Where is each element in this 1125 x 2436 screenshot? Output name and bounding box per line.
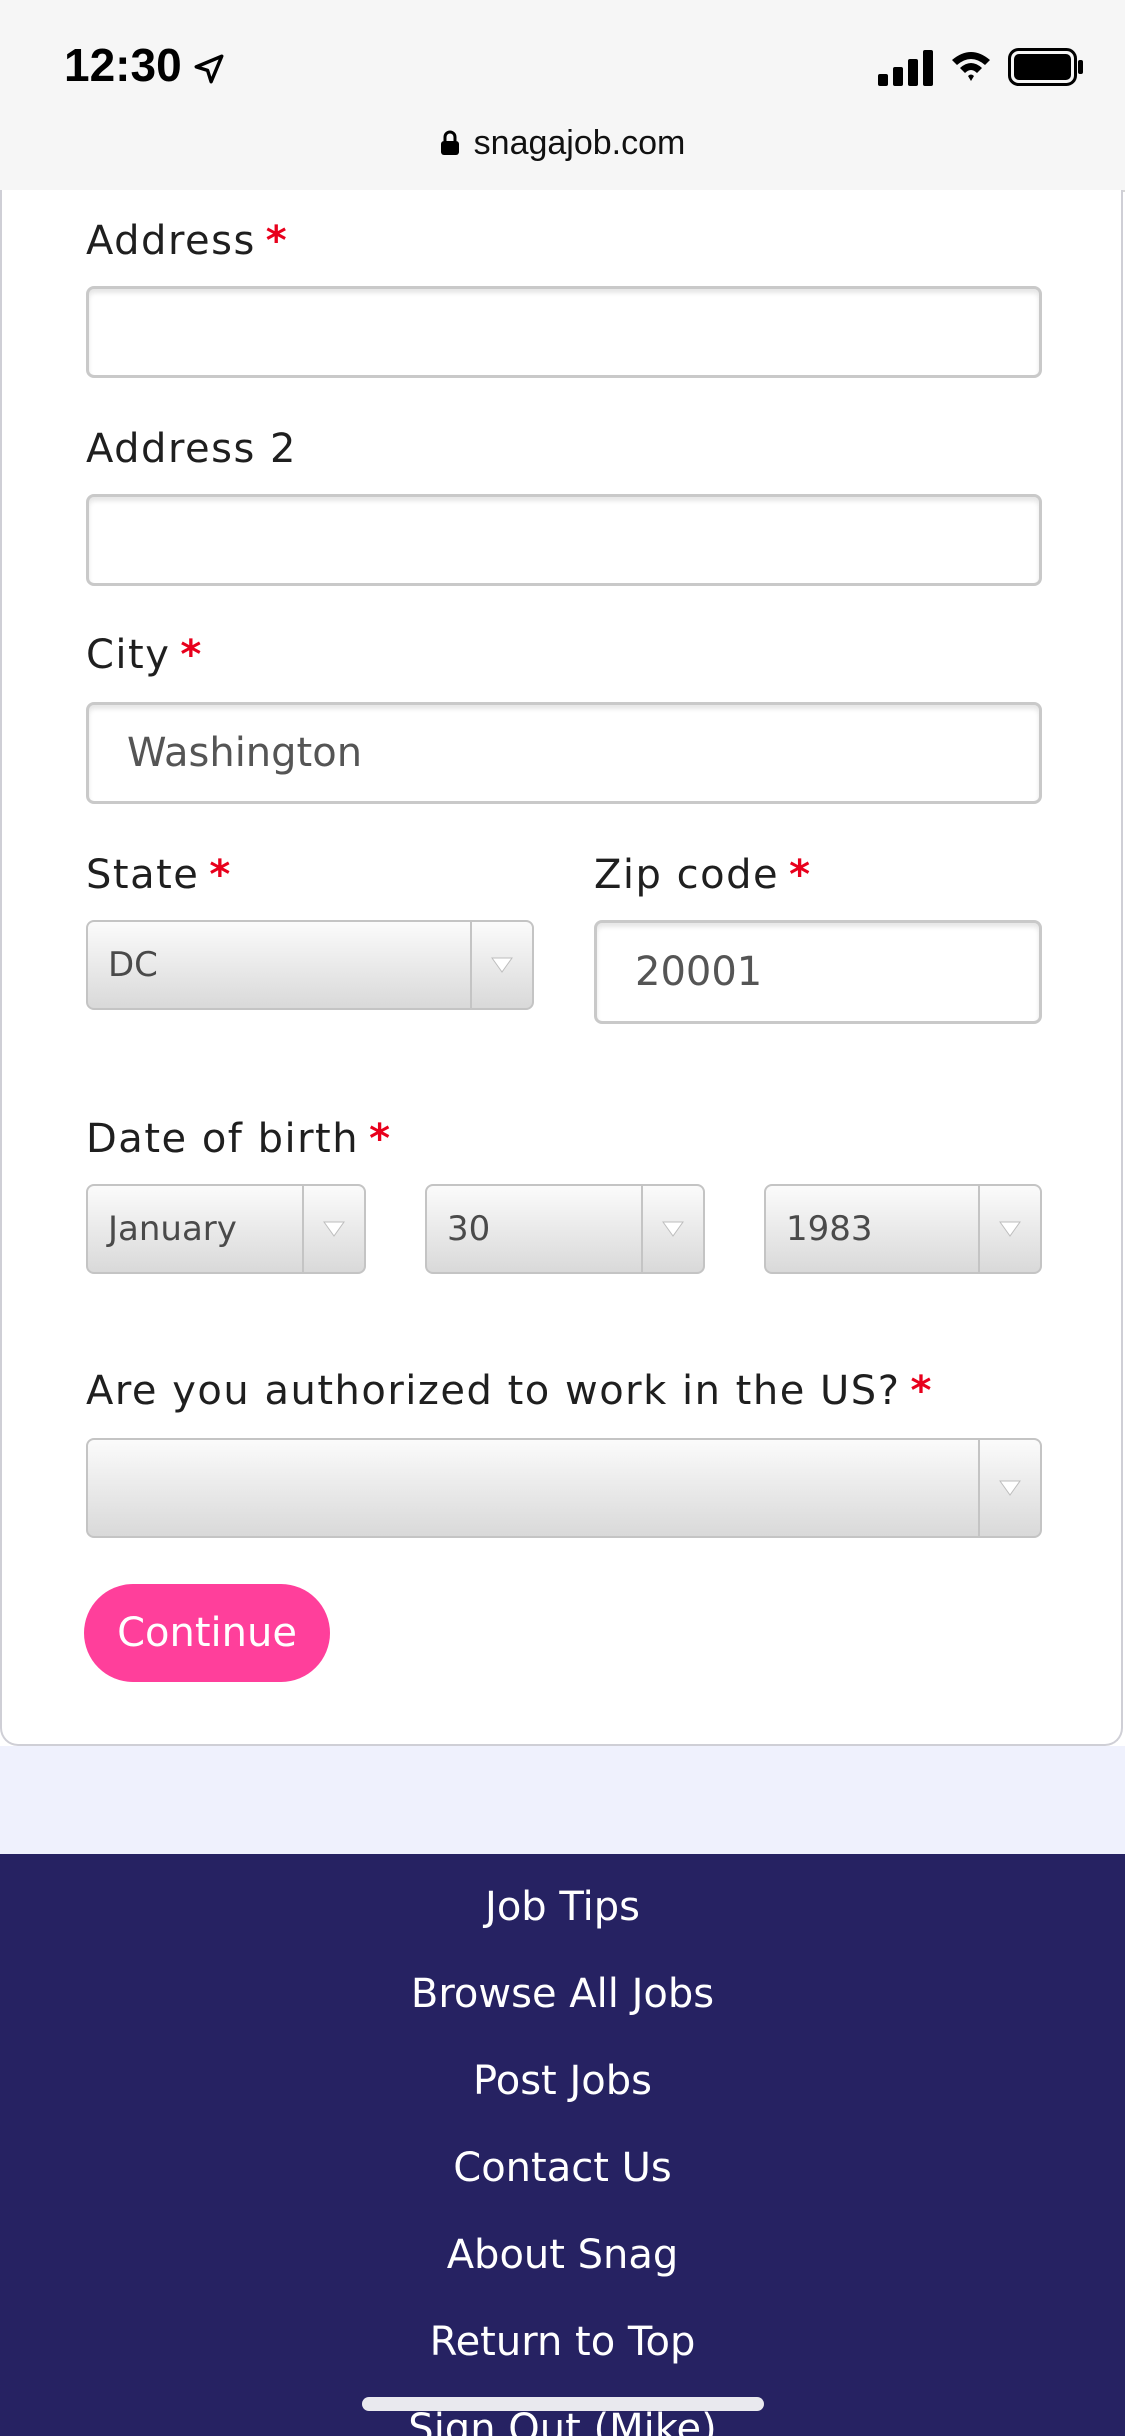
lock-icon	[440, 130, 459, 155]
required-asterisk: *	[369, 1116, 392, 1162]
footer-link-post-jobs[interactable]: Post Jobs	[0, 2058, 1125, 2104]
footer-link-return-to-top[interactable]: Return to Top	[0, 2319, 1125, 2365]
footer-link-contact-us[interactable]: Contact Us	[0, 2145, 1125, 2191]
state-label: State *	[86, 852, 232, 898]
dob-label-text: Date of birth	[86, 1116, 360, 1162]
work-auth-arrow	[978, 1440, 1040, 1536]
required-asterisk: *	[180, 632, 203, 678]
home-indicator[interactable]	[362, 2397, 764, 2411]
chevron-down-icon	[999, 1480, 1021, 1496]
city-input[interactable]: Washington	[86, 702, 1042, 804]
dob-year-arrow	[978, 1186, 1040, 1272]
dob-month-select[interactable]: January	[86, 1184, 366, 1274]
zip-value: 20001	[635, 949, 763, 995]
city-label: City *	[86, 632, 203, 678]
wifi-icon	[952, 52, 990, 81]
dob-year-value: 1983	[786, 1209, 873, 1249]
dob-day-value: 30	[447, 1209, 491, 1249]
dob-day-arrow	[641, 1186, 703, 1272]
dob-year-select[interactable]: 1983	[764, 1184, 1042, 1274]
site-footer: Job Tips Browse All Jobs Post Jobs Conta…	[0, 1854, 1125, 2436]
work-auth-label: Are you authorized to work in the US? *	[86, 1368, 933, 1414]
required-asterisk: *	[789, 852, 812, 898]
status-time: 12:30	[64, 39, 182, 91]
address-label-text: Address	[86, 218, 256, 264]
state-selected-value: DC	[108, 945, 158, 985]
chevron-down-icon	[662, 1221, 684, 1237]
state-select-arrow	[470, 922, 532, 1008]
chevron-down-icon	[323, 1221, 345, 1237]
zip-label: Zip code *	[594, 852, 812, 898]
continue-button[interactable]: Continue	[84, 1584, 330, 1682]
state-select[interactable]: DC	[86, 920, 534, 1010]
address-bar[interactable]: snagajob.com	[0, 118, 1125, 168]
footer-link-about-snag[interactable]: About Snag	[0, 2232, 1125, 2278]
battery-icon	[1008, 48, 1083, 86]
address-label: Address *	[86, 218, 288, 264]
address2-label: Address 2	[86, 426, 297, 472]
state-label-text: State	[86, 852, 200, 898]
location-arrow-icon	[194, 54, 224, 84]
city-value: Washington	[127, 730, 363, 776]
browser-status-bar: 12:30 snagajob.com	[0, 0, 1125, 192]
chevron-down-icon	[999, 1221, 1021, 1237]
application-form-card: Address * Address 2 City * Washington Stat…	[0, 190, 1123, 1746]
dob-day-select[interactable]: 30	[425, 1184, 705, 1274]
cellular-signal-icon	[878, 50, 933, 86]
footer-link-browse-all-jobs[interactable]: Browse All Jobs	[0, 1971, 1125, 2017]
page-background-gap	[0, 1746, 1125, 1854]
chevron-down-icon	[491, 957, 513, 973]
required-asterisk: *	[265, 218, 289, 264]
required-asterisk: *	[910, 1368, 933, 1414]
address2-input[interactable]	[86, 494, 1042, 586]
work-auth-label-text: Are you authorized to work in the US?	[86, 1368, 901, 1414]
zip-label-text: Zip code	[594, 852, 780, 898]
dob-month-arrow	[302, 1186, 364, 1272]
zip-input[interactable]: 20001	[594, 920, 1042, 1024]
address2-label-text: Address 2	[86, 426, 297, 472]
dob-label: Date of birth *	[86, 1116, 392, 1162]
work-auth-select[interactable]	[86, 1438, 1042, 1538]
dob-month-value: January	[108, 1209, 237, 1249]
footer-link-job-tips[interactable]: Job Tips	[0, 1884, 1125, 1930]
address-input[interactable]	[86, 286, 1042, 378]
city-label-text: City	[86, 632, 171, 678]
required-asterisk: *	[209, 852, 232, 898]
url-text: snagajob.com	[473, 123, 686, 162]
